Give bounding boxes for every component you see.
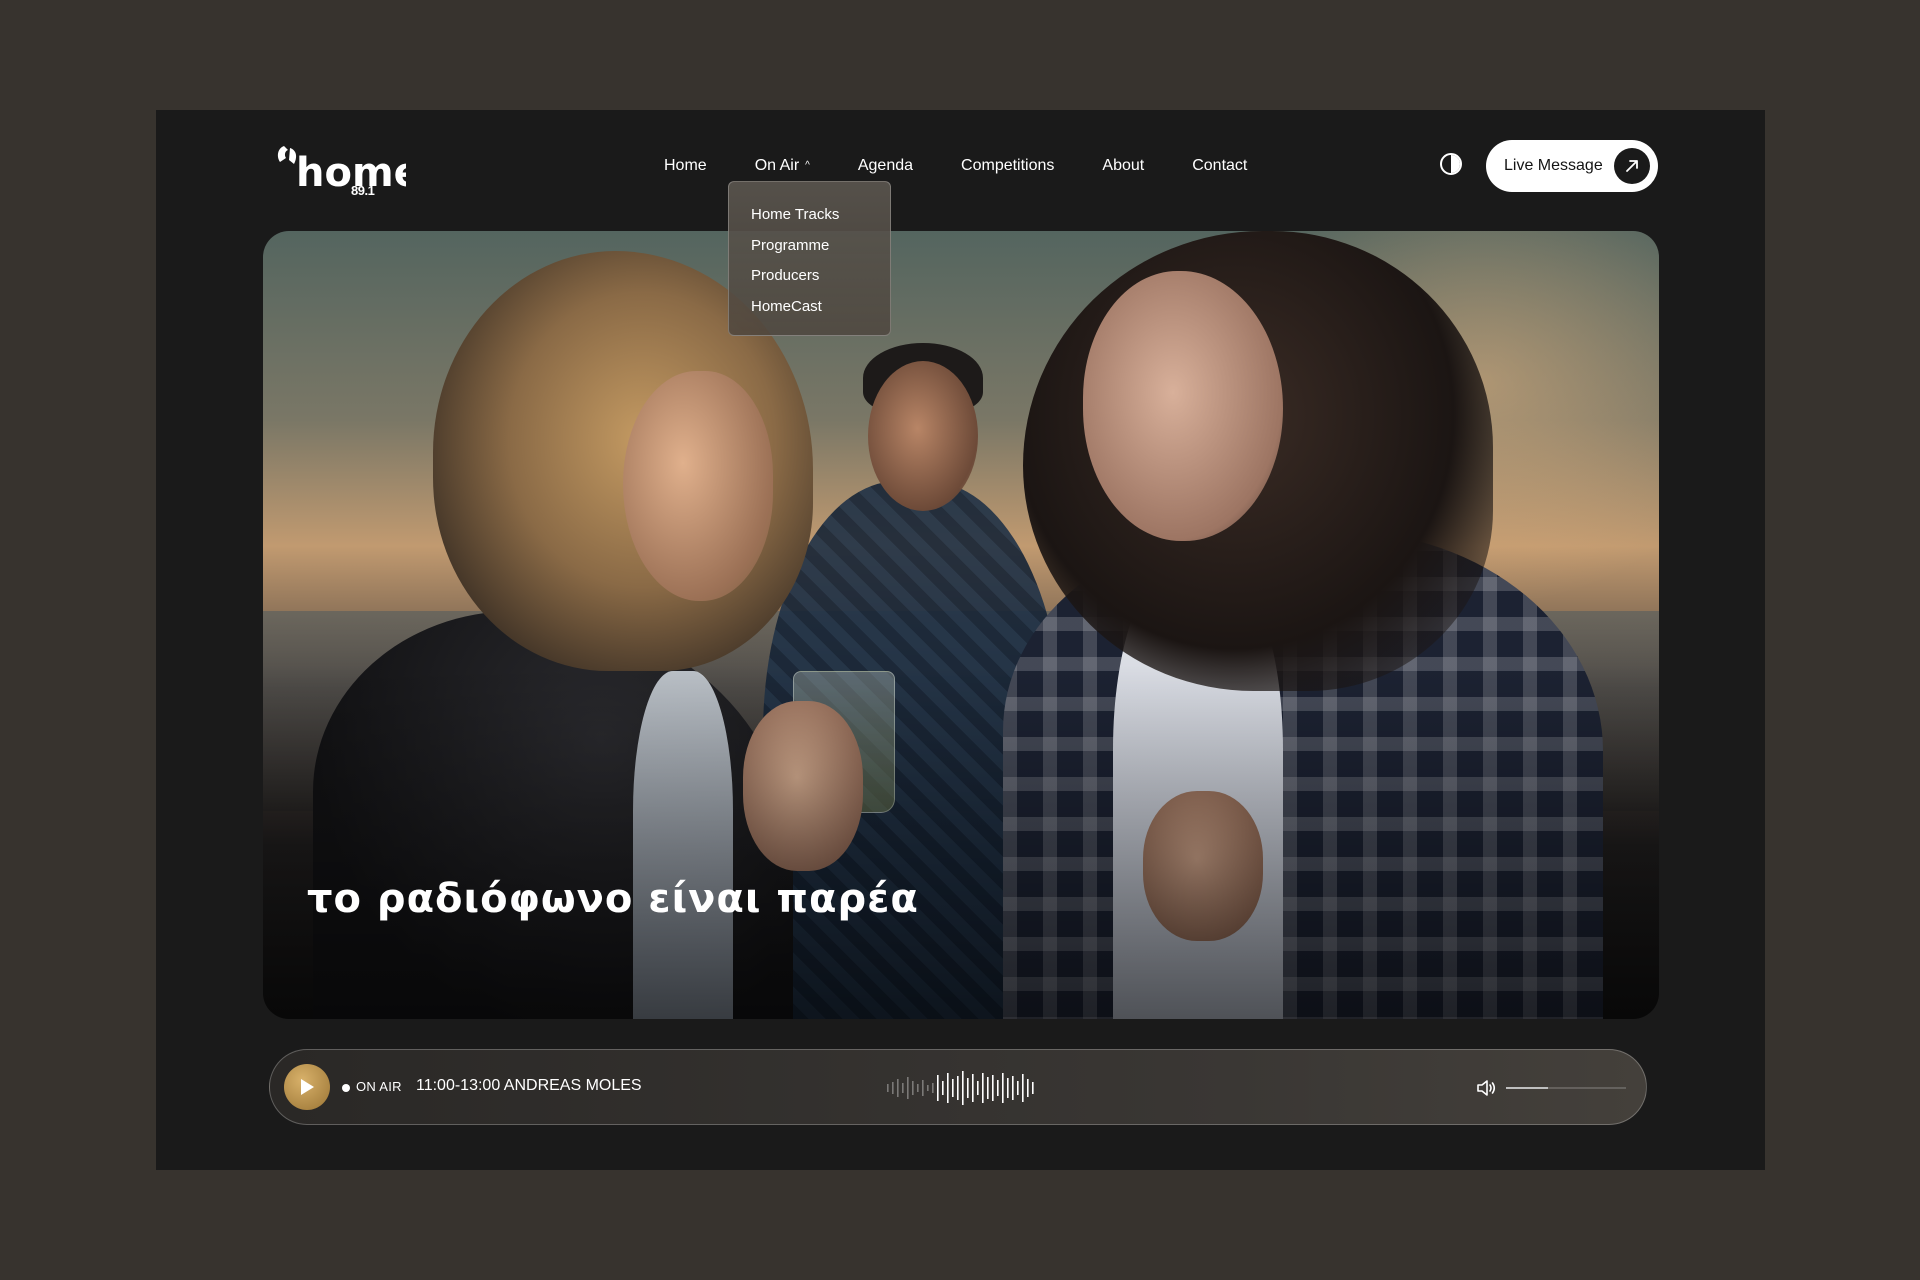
waveform-bar: [892, 1082, 894, 1094]
dropdown-item-programme[interactable]: Programme: [751, 231, 890, 262]
site-frame: home 89.1 Home On Air ^ Agenda Competitio…: [156, 110, 1765, 1170]
waveform-bar: [1027, 1079, 1029, 1097]
live-indicator-dot: [342, 1084, 350, 1092]
main-nav: Home On Air ^ Agenda Competitions About C…: [664, 156, 1295, 176]
waveform-bar: [912, 1081, 914, 1095]
volume-icon[interactable]: [1476, 1078, 1496, 1098]
waveform-bar: [972, 1074, 974, 1102]
waveform-bar: [1002, 1073, 1004, 1103]
dropdown-item-homecast[interactable]: HomeCast: [751, 292, 890, 323]
waveform-bar: [932, 1083, 934, 1093]
waveform-bar: [987, 1077, 989, 1099]
waveform-bar: [1032, 1082, 1034, 1094]
play-button[interactable]: [284, 1064, 330, 1110]
waveform-bar: [917, 1084, 919, 1092]
waveform-bar: [952, 1079, 954, 1097]
logo[interactable]: home 89.1: [276, 140, 406, 200]
dropdown-item-home-tracks[interactable]: Home Tracks: [751, 200, 890, 231]
arrow-up-right-icon: [1614, 148, 1650, 184]
chevron-up-icon: ^: [805, 160, 810, 171]
dropdown-item-producers[interactable]: Producers: [751, 261, 890, 292]
waveform-bar: [1022, 1074, 1024, 1102]
waveform-bar: [962, 1071, 964, 1105]
nav-on-air[interactable]: On Air ^: [755, 156, 810, 176]
volume-slider-fill: [1506, 1087, 1548, 1089]
waveform-bar: [927, 1085, 929, 1091]
live-message-button[interactable]: Live Message: [1486, 140, 1658, 192]
current-show: 11:00-13:00 ANDREAS MOLES: [416, 1077, 642, 1094]
live-message-label: Live Message: [1504, 157, 1603, 174]
on-air-dropdown: Home Tracks Programme Producers HomeCast: [728, 181, 891, 336]
on-air-label: ON AIR: [356, 1079, 402, 1094]
nav-agenda[interactable]: Agenda: [858, 156, 913, 176]
waveform-icon: [887, 1071, 1034, 1105]
waveform-bar: [982, 1073, 984, 1103]
waveform-bar: [922, 1080, 924, 1096]
nav-about[interactable]: About: [1102, 156, 1144, 176]
waveform-bar: [992, 1075, 994, 1101]
waveform-bar: [977, 1081, 979, 1095]
logo-mark-icon: home: [277, 146, 406, 196]
waveform-bar: [902, 1083, 904, 1093]
nav-contact[interactable]: Contact: [1192, 156, 1247, 176]
radio-player: ON AIR 11:00-13:00 ANDREAS MOLES: [269, 1049, 1647, 1125]
volume-slider[interactable]: [1506, 1087, 1626, 1089]
waveform-bar: [1017, 1081, 1019, 1095]
waveform-bar: [937, 1075, 939, 1101]
waveform-bar: [997, 1080, 999, 1096]
waveform-bar: [1012, 1076, 1014, 1100]
nav-on-air-label: On Air: [754, 157, 800, 174]
waveform-bar: [967, 1078, 969, 1098]
hero-tagline: το ραδιόφωνο είναι παρέα: [307, 876, 919, 922]
nav-home[interactable]: Home: [664, 156, 707, 176]
waveform-bar: [957, 1076, 959, 1100]
contrast-toggle-icon[interactable]: [1440, 153, 1462, 175]
logo-frequency: 89.1: [351, 183, 375, 198]
waveform-bar: [907, 1077, 909, 1099]
waveform-bar: [887, 1084, 889, 1092]
play-icon: [301, 1079, 314, 1095]
waveform-bar: [897, 1079, 899, 1097]
waveform-bar: [947, 1073, 949, 1103]
nav-competitions[interactable]: Competitions: [961, 156, 1054, 176]
hero-banner: το ραδιόφωνο είναι παρέα: [263, 231, 1659, 1019]
waveform-bar: [942, 1081, 944, 1095]
waveform-bar: [1007, 1078, 1009, 1098]
